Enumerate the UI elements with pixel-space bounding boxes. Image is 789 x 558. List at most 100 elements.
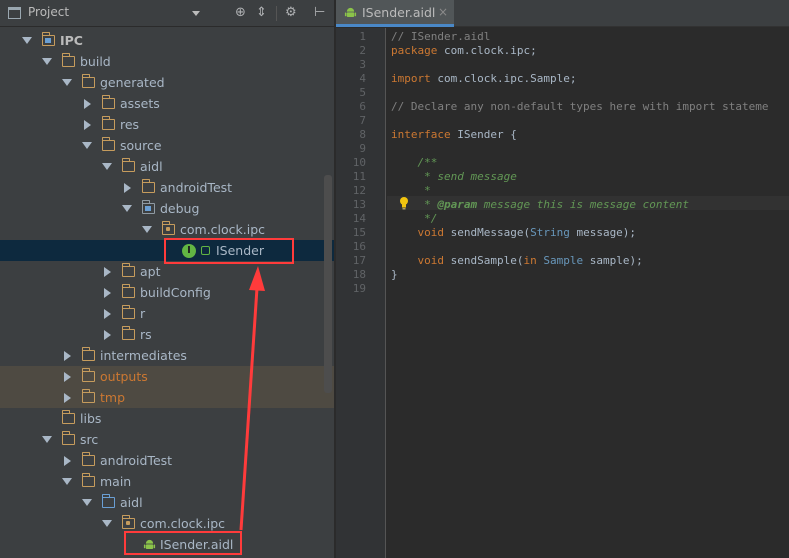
comment-text: // Declare any non-default types here wi… xyxy=(391,100,769,113)
close-icon[interactable]: × xyxy=(438,5,448,19)
tree-item-label: build xyxy=(80,54,111,69)
doc-comment: * xyxy=(391,184,431,197)
tree-item-aidl-src[interactable]: aidl xyxy=(0,492,334,513)
folder-icon xyxy=(121,284,135,298)
collapse-arrow-icon[interactable] xyxy=(64,351,71,361)
tree-item-label: buildConfig xyxy=(140,285,211,300)
collapse-arrow-icon[interactable] xyxy=(84,120,91,130)
project-panel-header: Project ⊕ ⇕ ⚙ ⊢ xyxy=(0,0,334,27)
expand-arrow-icon[interactable] xyxy=(42,58,52,65)
tree-item-src[interactable]: src xyxy=(0,429,334,450)
tree-item-label: tmp xyxy=(100,390,126,405)
keyword: import xyxy=(391,72,431,85)
vertical-scrollbar[interactable] xyxy=(324,175,332,393)
tree-item-androidtest-src[interactable]: androidTest xyxy=(0,450,334,471)
tree-item-outputs[interactable]: outputs xyxy=(0,366,334,387)
tree-item-label: generated xyxy=(100,75,165,90)
tree-item-debug[interactable]: debug xyxy=(0,198,334,219)
code-line: * xyxy=(391,184,431,198)
scroll-from-source-icon[interactable]: ⊕ xyxy=(235,5,246,21)
expand-arrow-icon[interactable] xyxy=(142,226,152,233)
tree-item-tmp[interactable]: tmp xyxy=(0,387,334,408)
tree-item-label: res xyxy=(120,117,140,132)
code-text: ISender { xyxy=(450,128,517,141)
tree-item-build[interactable]: build xyxy=(0,51,334,72)
expand-arrow-icon[interactable] xyxy=(102,163,112,170)
keyword: void xyxy=(391,226,444,239)
folder-icon xyxy=(101,116,115,130)
module-folder-icon xyxy=(41,32,55,46)
code-line: package com.clock.ipc; xyxy=(391,44,537,58)
expand-arrow-icon[interactable] xyxy=(22,37,32,44)
expand-arrow-icon[interactable] xyxy=(62,79,72,86)
tree-item-intermediates[interactable]: intermediates xyxy=(0,345,334,366)
tree-item-source[interactable]: source xyxy=(0,135,334,156)
line-number: 11 xyxy=(352,170,366,183)
code-line: } xyxy=(391,268,398,282)
tree-item-main[interactable]: main xyxy=(0,471,334,492)
project-view-icon xyxy=(8,7,21,19)
tree-item-androidtest-generated[interactable]: androidTest xyxy=(0,177,334,198)
collapse-arrow-icon[interactable] xyxy=(104,330,111,340)
folder-icon xyxy=(81,452,95,466)
collapse-arrow-icon[interactable] xyxy=(124,183,131,193)
line-number: 12 xyxy=(352,184,366,197)
line-number: 18 xyxy=(352,268,366,281)
collapse-arrow-icon[interactable] xyxy=(84,99,91,109)
collapse-arrow-icon[interactable] xyxy=(64,456,71,466)
tree-item-aidl-generated[interactable]: aidl xyxy=(0,156,334,177)
tree-item-buildconfig[interactable]: buildConfig xyxy=(0,282,334,303)
expand-arrow-icon[interactable] xyxy=(102,520,112,527)
tree-item-label: IPC xyxy=(60,33,83,48)
hide-panel-icon[interactable]: ⊢ xyxy=(314,5,325,21)
package-icon xyxy=(121,515,135,529)
code-line: interface ISender { xyxy=(391,128,517,142)
tree-item-package-generated[interactable]: com.clock.ipc xyxy=(0,219,334,240)
project-view-selector[interactable]: Project xyxy=(28,5,69,19)
tree-item-rs[interactable]: rs xyxy=(0,324,334,345)
expand-arrow-icon[interactable] xyxy=(122,205,132,212)
expand-arrow-icon[interactable] xyxy=(42,436,52,443)
chevron-down-icon[interactable] xyxy=(192,11,200,16)
tree-item-label: aidl xyxy=(140,159,163,174)
line-number: 7 xyxy=(359,114,366,127)
gear-icon[interactable]: ⚙ xyxy=(285,5,297,21)
collapse-arrow-icon[interactable] xyxy=(104,288,111,298)
lightbulb-icon[interactable] xyxy=(398,196,410,210)
tree-item-ipc[interactable]: IPC xyxy=(0,30,334,51)
code-text: sendSample( xyxy=(443,254,524,267)
collapse-arrow-icon[interactable] xyxy=(104,309,111,319)
tree-item-assets[interactable]: assets xyxy=(0,93,334,114)
folder-icon xyxy=(81,473,95,487)
type-name: Sample xyxy=(543,254,584,267)
source-folder-icon xyxy=(141,200,155,214)
tree-item-apt[interactable]: apt xyxy=(0,261,334,282)
expand-arrow-icon[interactable] xyxy=(82,499,92,506)
source-folder-icon xyxy=(101,494,115,508)
collapse-all-icon[interactable]: ⇕ xyxy=(256,5,267,21)
doc-tag: @param xyxy=(437,198,478,211)
expand-arrow-icon[interactable] xyxy=(62,478,72,485)
tree-item-libs[interactable]: libs xyxy=(0,408,334,429)
excluded-folder-icon xyxy=(81,368,95,382)
line-number: 8 xyxy=(359,128,366,141)
tree-item-r[interactable]: r xyxy=(0,303,334,324)
folder-icon xyxy=(61,53,75,67)
collapse-arrow-icon[interactable] xyxy=(64,372,71,382)
collapse-arrow-icon[interactable] xyxy=(64,393,71,403)
code-line: * @param message this is message content xyxy=(391,198,689,212)
code-text: } xyxy=(391,268,398,281)
line-number: 16 xyxy=(352,240,366,253)
line-number: 9 xyxy=(359,142,366,155)
code-line: void sendMessage(String message); xyxy=(391,226,636,240)
keyword: in xyxy=(523,254,537,267)
project-tool-window: Project ⊕ ⇕ ⚙ ⊢ IPC build generated asse… xyxy=(0,0,334,558)
collapse-arrow-icon[interactable] xyxy=(104,267,111,277)
tree-item-label: libs xyxy=(80,411,102,426)
tab-isender-aidl[interactable]: ISender.aidl × xyxy=(336,0,454,27)
doc-comment: /** xyxy=(391,156,438,169)
tree-item-generated[interactable]: generated xyxy=(0,72,334,93)
tree-item-res[interactable]: res xyxy=(0,114,334,135)
tree-item-label: debug xyxy=(160,201,200,216)
expand-arrow-icon[interactable] xyxy=(82,142,92,149)
